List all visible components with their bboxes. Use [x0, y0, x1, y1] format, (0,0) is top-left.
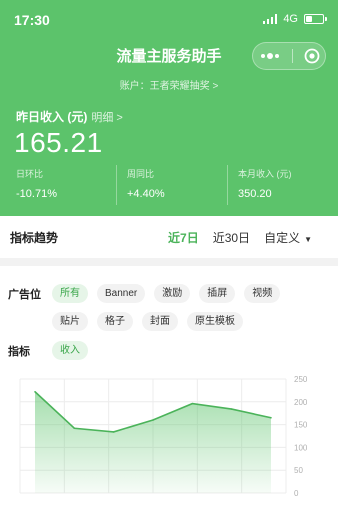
battery-icon	[304, 14, 327, 24]
stats-row: 日环比 -10.71% 周同比 +4.40% 本月收入 (元) 350.20	[0, 165, 338, 205]
y-tick-label: 100	[294, 443, 308, 452]
chip-ad-slot-cover[interactable]: 封面	[142, 312, 178, 331]
chip-ad-slot-preroll[interactable]: 贴片	[52, 312, 88, 331]
tab-custom-label: 自定义	[264, 230, 301, 245]
data-point	[73, 427, 76, 430]
stat-day-over-day: 日环比 -10.71%	[0, 165, 116, 205]
capsule-divider	[291, 49, 293, 63]
data-point	[34, 390, 36, 393]
range-tabs: 近7日 近30日 自定义 ▼	[168, 229, 312, 246]
trend-header: 指标趋势 近7日 近30日 自定义 ▼	[0, 216, 338, 266]
income-detail-link[interactable]: 明细 >	[91, 109, 122, 125]
ad-slot-filter-row: 广告位 所有 Banner 激励 插屏 视频	[8, 284, 289, 303]
status-time: 17:30	[14, 12, 50, 28]
ad-slot-label: 广告位	[8, 288, 41, 301]
caret-down-icon: ▼	[304, 234, 312, 244]
header-panel: 17:30 4G 流量主服务助手 账户：王者荣耀抽奖 > 昨日收入 (元) 明细…	[0, 0, 338, 216]
chip-metric-income[interactable]: 收入	[52, 341, 88, 360]
account-switch-link[interactable]: 账户：王者荣耀抽奖 >	[0, 77, 338, 92]
income-label-row: 昨日收入 (元) 明细 >	[16, 108, 123, 125]
stat-month-income: 本月收入 (元) 350.20	[227, 165, 338, 205]
y-tick-label: 150	[294, 421, 308, 430]
stat-label: 日环比	[16, 169, 44, 179]
y-tick-label: 50	[294, 466, 303, 475]
metric-label: 指标	[8, 345, 30, 358]
chip-ad-slot-video[interactable]: 视频	[244, 284, 281, 303]
target-close-icon[interactable]	[304, 48, 320, 64]
tab-custom-range[interactable]: 自定义 ▼	[264, 229, 312, 246]
chip-ad-slot-native-template[interactable]: 原生模板	[187, 312, 243, 331]
chip-ad-slot-rewarded[interactable]: 激励	[154, 284, 191, 303]
status-indicators: 4G	[262, 13, 327, 25]
chip-ad-slot-grid[interactable]: 格子	[97, 312, 133, 331]
income-trend-chart: 0 50 100 150 200 250	[19, 375, 308, 498]
yesterday-income-value: 165.21	[14, 127, 103, 158]
data-point	[230, 408, 233, 410]
chip-ad-slot-interstitial[interactable]: 插屏	[199, 284, 236, 303]
tab-last-30-days[interactable]: 近30日	[213, 229, 250, 246]
stat-week-over-week: 周同比 +4.40%	[116, 165, 227, 205]
stat-label: 本月收入 (元)	[238, 169, 292, 179]
stat-value: +4.40%	[127, 188, 165, 200]
stat-value: -10.71%	[16, 188, 57, 200]
more-dots-icon[interactable]	[259, 52, 281, 60]
data-point	[191, 402, 194, 405]
trend-title: 指标趋势	[10, 230, 59, 245]
chip-ad-slot-all[interactable]: 所有	[52, 284, 88, 303]
mini-program-capsule	[252, 42, 326, 70]
stat-label: 周同比	[127, 169, 155, 179]
ad-slot-filter-row-2: 贴片 格子 封面 原生模板	[8, 312, 252, 331]
tab-last-7-days[interactable]: 近7日	[168, 229, 199, 246]
chip-ad-slot-banner[interactable]: Banner	[97, 284, 146, 303]
data-point	[112, 431, 115, 433]
y-tick-label: 200	[294, 398, 308, 407]
data-point	[270, 416, 272, 419]
yesterday-income-label: 昨日收入 (元)	[16, 110, 88, 124]
stat-value: 350.20	[238, 188, 272, 200]
metric-filter-row: 指标 收入	[8, 341, 97, 360]
signal-icon	[262, 14, 278, 24]
y-tick-label: 0	[294, 489, 299, 498]
y-tick-label: 250	[294, 375, 308, 384]
network-type: 4G	[283, 13, 298, 25]
data-point	[152, 419, 154, 421]
